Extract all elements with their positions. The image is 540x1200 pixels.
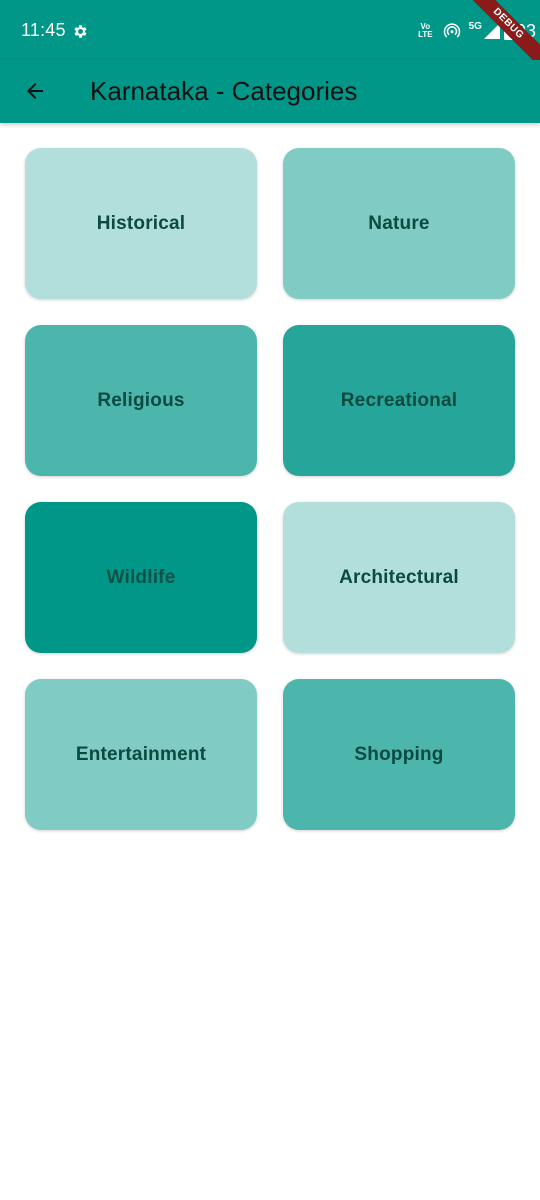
back-button[interactable] xyxy=(14,70,56,112)
network-type-label: 5G xyxy=(468,20,482,32)
category-card-shopping[interactable]: Shopping xyxy=(283,679,515,830)
category-card-recreational[interactable]: Recreational xyxy=(283,325,515,476)
category-label: Wildlife xyxy=(106,566,176,588)
status-icons: Vo LTE 5G 93 xyxy=(418,18,540,44)
hotspot-icon xyxy=(443,23,460,38)
category-card-religious[interactable]: Religious xyxy=(25,325,257,476)
category-label: Entertainment xyxy=(75,743,207,765)
battery-percent: 93 xyxy=(515,20,536,41)
status-time: 11:45 xyxy=(21,20,66,40)
page-title: Karnataka - Categories xyxy=(90,76,358,106)
category-label: Historical xyxy=(96,212,186,234)
category-card-entertainment[interactable]: Entertainment xyxy=(25,679,257,830)
signal-icon xyxy=(483,23,500,39)
settings-gear-icon xyxy=(74,25,87,38)
status-bar: 11:45 Vo LTE 5G 93 DEBUG xyxy=(0,0,540,73)
category-label: Architectural xyxy=(339,566,459,588)
category-card-architectural[interactable]: Architectural xyxy=(283,502,515,653)
category-label: Shopping xyxy=(354,743,444,765)
app-bar: Karnataka - Categories xyxy=(0,60,540,123)
volte-bottom-label: LTE xyxy=(418,30,433,39)
category-card-wildlife[interactable]: Wildlife xyxy=(25,502,257,653)
volte-indicator: Vo LTE xyxy=(418,23,433,39)
arrow-left-icon xyxy=(27,83,43,99)
category-grid: Historical Nature Religious Recreational… xyxy=(25,148,515,830)
battery-icon xyxy=(503,22,514,40)
category-card-historical[interactable]: Historical xyxy=(25,148,257,299)
category-label: Recreational xyxy=(340,389,458,411)
category-label: Religious xyxy=(97,389,185,411)
category-card-nature[interactable]: Nature xyxy=(283,148,515,299)
category-label: Nature xyxy=(368,212,430,234)
